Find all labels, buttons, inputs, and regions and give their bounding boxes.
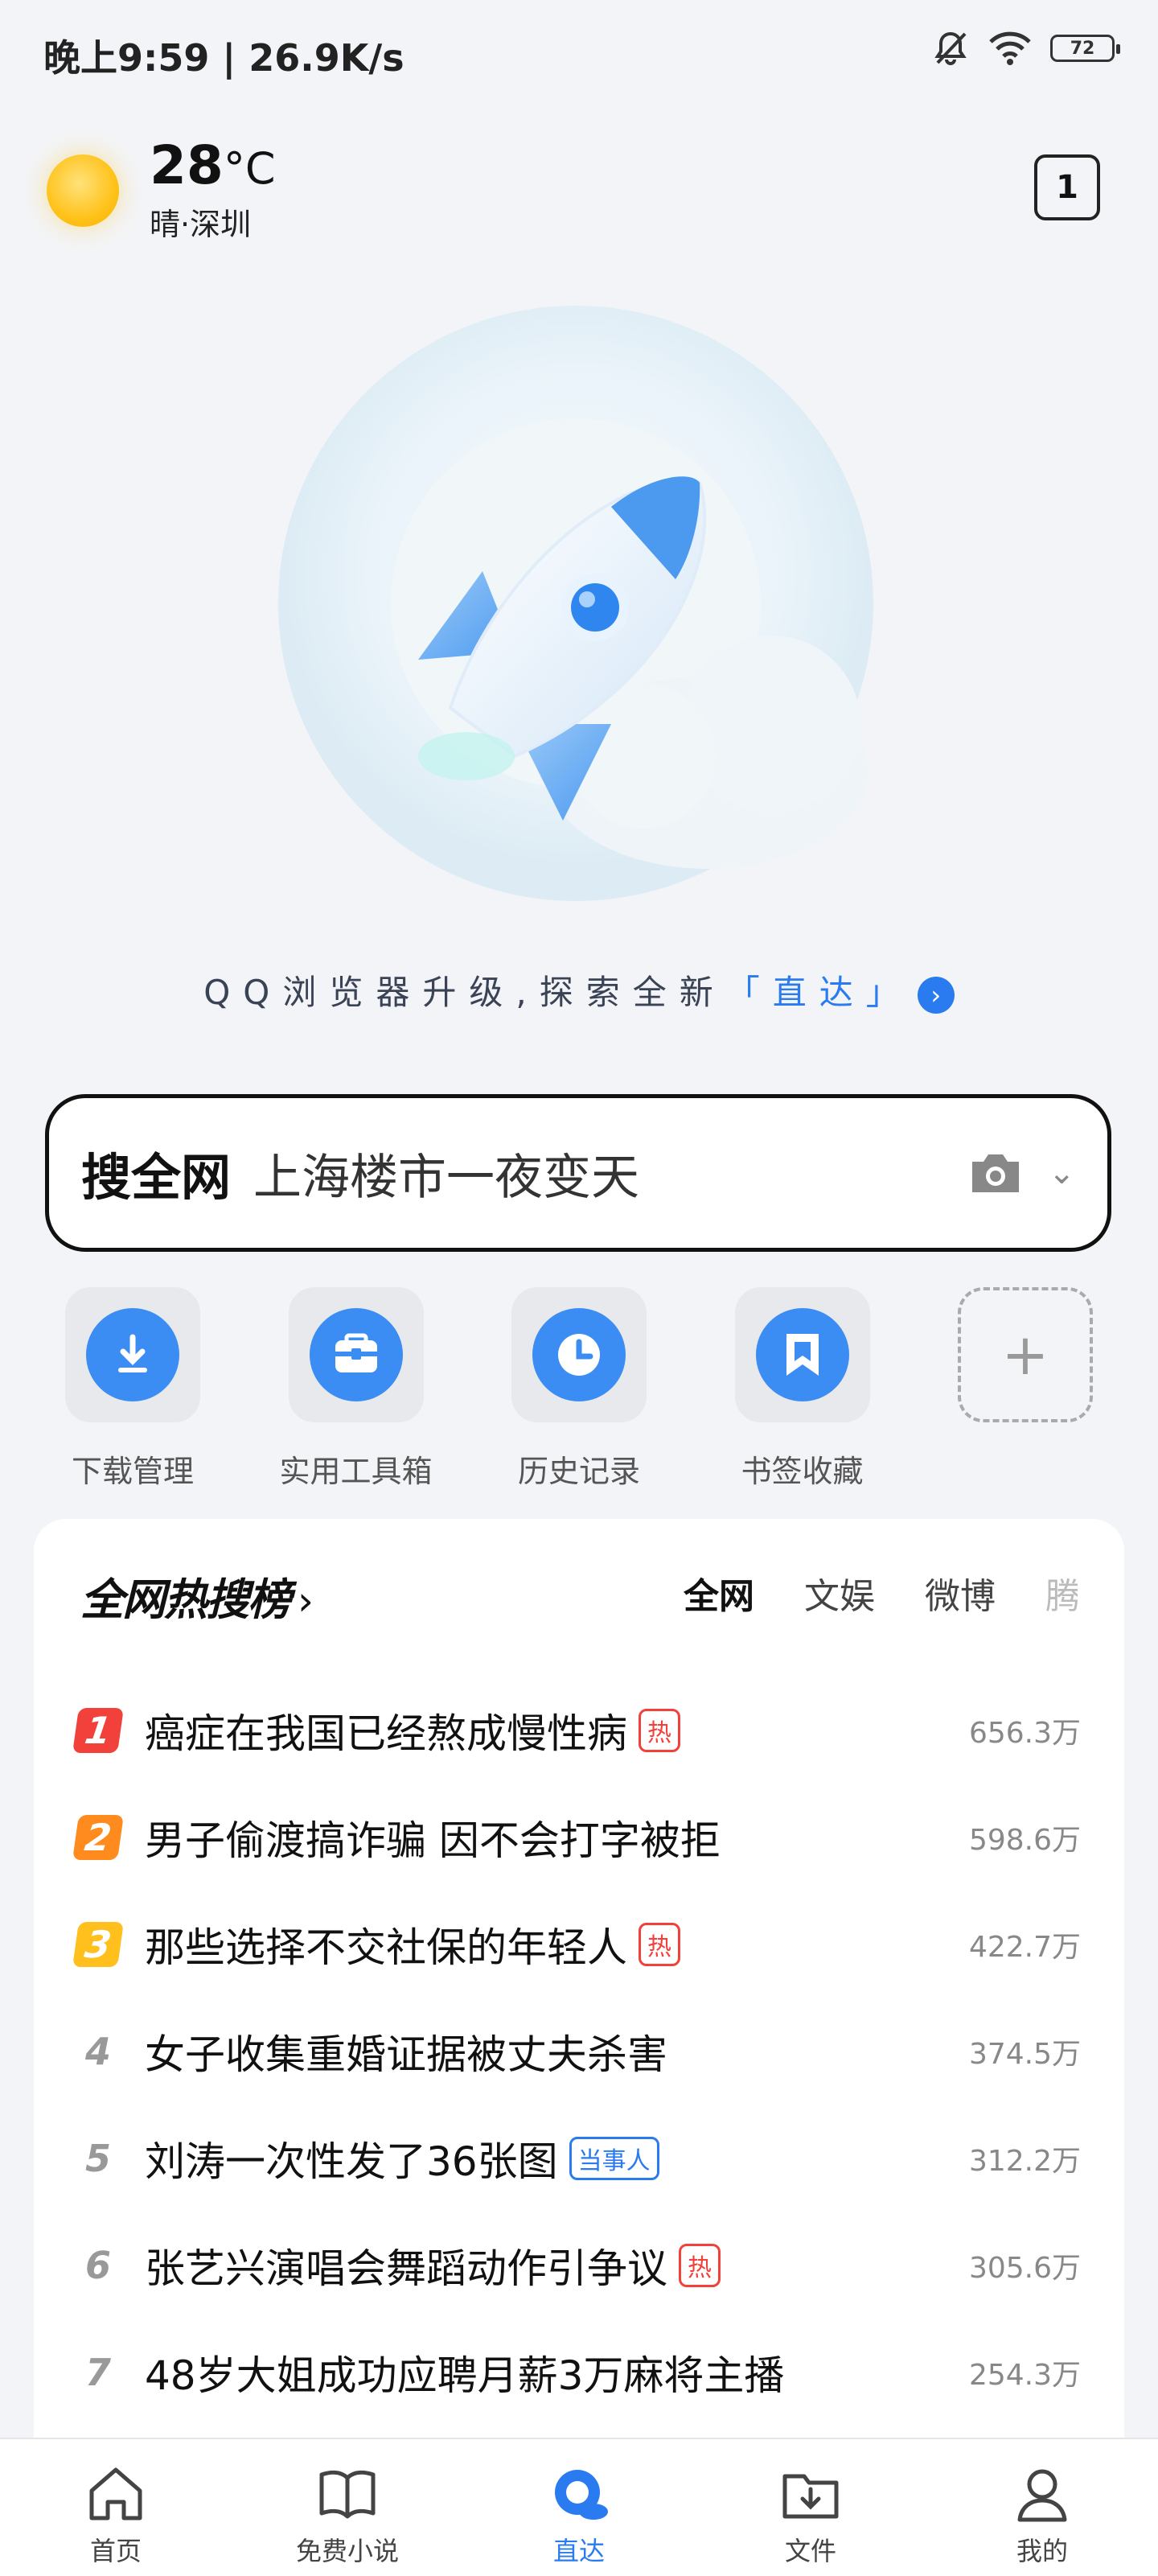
weather-widget[interactable]: 28°C 晴·深圳	[47, 137, 276, 244]
clock-icon	[532, 1308, 626, 1401]
search-input[interactable]: 上海楼市一夜变天	[253, 1138, 967, 1208]
file-download-icon	[782, 2474, 839, 2519]
item-title: 那些选择不交社保的年轻人	[145, 1924, 627, 1971]
battery-indicator: 72	[1050, 35, 1120, 62]
nav-novel[interactable]: 免费小说	[267, 2439, 428, 2576]
status-bar: 晚上9:59 | 26.9K/s 72	[0, 0, 1158, 105]
chevron-right-icon: ›	[298, 1578, 314, 1624]
hot-tag: 热	[639, 1708, 680, 1752]
plus-icon: +	[958, 1287, 1093, 1422]
item-title: 女子收集重婚证据被丈夫杀害	[145, 2031, 667, 2078]
hero-illustration[interactable]	[0, 306, 1158, 965]
hot-tag: 热	[639, 1922, 680, 1966]
shortcut-download[interactable]: 下载管理	[48, 1287, 217, 1491]
rank-badge: 1	[72, 1707, 124, 1753]
upgrade-banner[interactable]: QQ浏览器升级,探索全新「直达」 ›	[0, 965, 1158, 1014]
shortcut-label: 实用工具箱	[279, 1454, 433, 1489]
hot-list: 1 癌症在我国已经熬成慢性病 热 656.3万 2 男子偷渡搞诈骗 因不会打字被…	[72, 1677, 1081, 2426]
list-item[interactable]: 4 女子收集重婚证据被丈夫杀害 374.5万	[76, 1998, 1081, 2105]
chevron-right-icon: ›	[917, 976, 955, 1014]
hot-list-title[interactable]: 全网热搜榜 ›	[80, 1574, 314, 1625]
item-title: 张艺兴演唱会舞蹈动作引争议	[145, 2245, 667, 2292]
rank-badge: 4	[84, 2029, 111, 2073]
upgrade-text: QQ浏览器升级,探索全新	[203, 973, 726, 1012]
upgrade-highlight: 「直达」	[725, 973, 913, 1012]
camera-icon[interactable]	[967, 1150, 1024, 1195]
shortcut-grid: 下载管理 实用工具箱 历史记录 书签收藏 +	[48, 1287, 1110, 1491]
shortcut-history[interactable]: 历史记录	[495, 1287, 663, 1491]
nav-label: 文件	[784, 2536, 836, 2566]
nav-label: 免费小说	[295, 2536, 399, 2566]
wifi-icon	[989, 31, 1031, 65]
toolbox-icon	[309, 1308, 403, 1401]
battery-level: 72	[1070, 38, 1095, 59]
mute-bell-icon	[934, 31, 967, 65]
nav-label: 我的	[1016, 2536, 1068, 2566]
party-tag: 当事人	[569, 2136, 659, 2180]
list-item[interactable]: 7 48岁大姐成功应聘月薪3万麻将主播 254.3万	[76, 2319, 1081, 2426]
shortcut-label: 书签收藏	[741, 1454, 864, 1489]
list-item[interactable]: 2 男子偷渡搞诈骗 因不会打字被拒 598.6万	[72, 1784, 1081, 1891]
download-icon	[86, 1308, 179, 1401]
rank-badge: 6	[84, 2243, 111, 2287]
rank-badge: 7	[84, 2350, 111, 2394]
list-item[interactable]: 1 癌症在我国已经熬成慢性病 热 656.3万	[72, 1677, 1081, 1784]
shortcut-label: 历史记录	[517, 1454, 640, 1489]
list-item[interactable]: 6 张艺兴演唱会舞蹈动作引争议 热 305.6万	[76, 2212, 1081, 2319]
bookmark-icon	[755, 1308, 849, 1401]
item-title: 癌症在我国已经熬成慢性病	[145, 1710, 627, 1757]
rank-badge: 2	[72, 1814, 124, 1860]
search-label: 搜全网	[81, 1148, 232, 1207]
item-count: 422.7万	[968, 1930, 1081, 1964]
nav-files[interactable]: 文件	[730, 2439, 891, 2576]
status-icons: 72	[931, 29, 1120, 68]
item-count: 312.2万	[968, 2144, 1081, 2178]
hot-tag: 热	[679, 2243, 721, 2287]
tab-count-button[interactable]: 1	[1034, 154, 1100, 220]
status-time: 晚上9:59 | 26.9K/s	[43, 36, 404, 80]
item-title: 48岁大姐成功应聘月薪3万麻将主播	[145, 2352, 785, 2399]
bottom-nav: 首页 免费小说 直达 文件 我的	[0, 2438, 1158, 2576]
search-bar[interactable]: 搜全网 上海楼市一夜变天 ⌄	[45, 1094, 1111, 1252]
chevron-down-icon[interactable]: ⌄	[1048, 1154, 1075, 1191]
item-count: 305.6万	[968, 2251, 1081, 2285]
rank-badge: 3	[72, 1921, 124, 1967]
shortcut-toolbox[interactable]: 实用工具箱	[272, 1287, 441, 1491]
user-icon	[1017, 2469, 1067, 2522]
list-item[interactable]: 5 刘涛一次性发了36张图 当事人 312.2万	[76, 2105, 1081, 2212]
shortcut-bookmarks[interactable]: 书签收藏	[718, 1287, 887, 1491]
hot-list-tabs: 全网 文娱 微博 腾	[684, 1567, 1078, 1619]
item-count: 254.3万	[968, 2358, 1081, 2392]
temperature: 28°C	[150, 134, 276, 196]
nav-label: 直达	[552, 2536, 605, 2566]
item-count: 374.5万	[968, 2037, 1081, 2071]
home-icon	[89, 2467, 142, 2520]
tab-tencent[interactable]: 腾	[1045, 1567, 1078, 1619]
nav-label: 首页	[89, 2536, 142, 2566]
qq-browser-icon	[555, 2470, 608, 2520]
nav-home[interactable]: 首页	[35, 2439, 196, 2576]
item-count: 656.3万	[968, 1716, 1081, 1750]
shortcut-label: 下载管理	[71, 1454, 194, 1489]
tab-entertainment[interactable]: 文娱	[804, 1567, 875, 1619]
tab-weibo[interactable]: 微博	[925, 1567, 996, 1619]
item-count: 598.6万	[968, 1823, 1081, 1857]
sun-icon	[47, 154, 119, 227]
tab-all[interactable]: 全网	[684, 1567, 754, 1619]
nav-direct[interactable]: 直达	[499, 2439, 659, 2576]
nav-profile[interactable]: 我的	[962, 2439, 1123, 2576]
book-icon	[319, 2470, 376, 2519]
hot-search-card: 全网热搜榜 › 全网 文娱 微博 腾 1 癌症在我国已经熬成慢性病 热 656.3…	[34, 1519, 1124, 2565]
item-title: 刘涛一次性发了36张图	[145, 2138, 558, 2185]
rank-badge: 5	[84, 2136, 111, 2180]
shortcut-add[interactable]: +	[941, 1287, 1110, 1491]
weather-location: 晴·深圳	[150, 207, 252, 242]
item-title: 男子偷渡搞诈骗 因不会打字被拒	[145, 1817, 721, 1864]
list-item[interactable]: 3 那些选择不交社保的年轻人 热 422.7万	[72, 1891, 1081, 1998]
rocket-illustration	[278, 306, 873, 901]
